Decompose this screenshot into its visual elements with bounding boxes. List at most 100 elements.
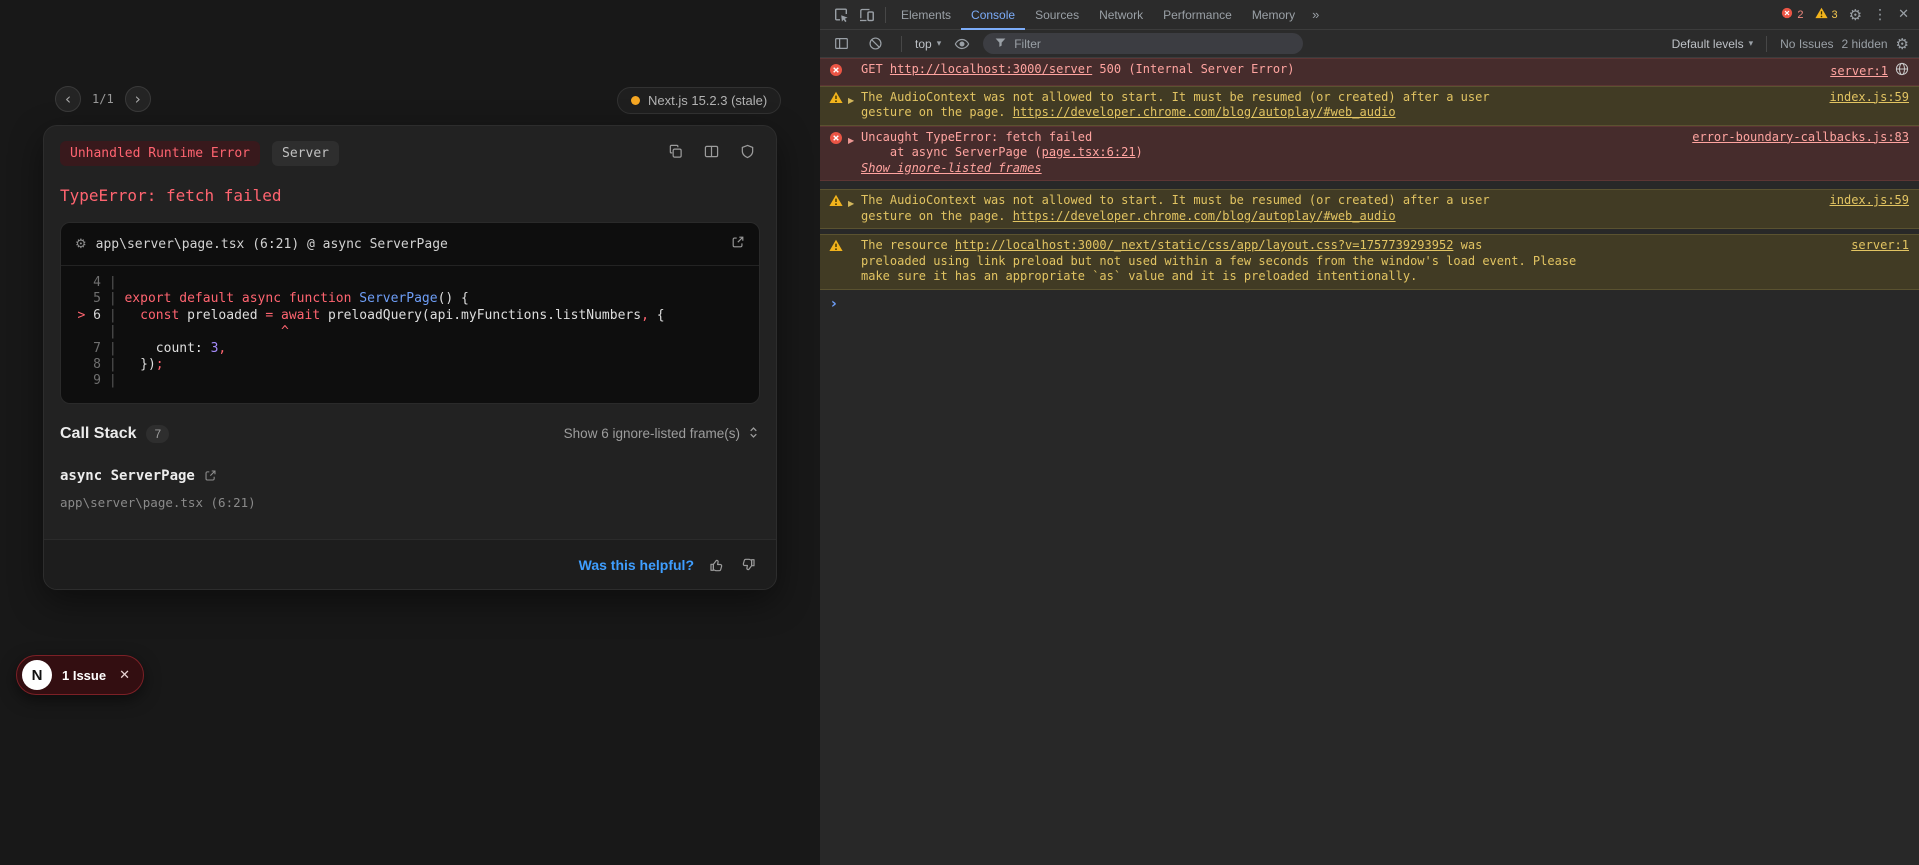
console-filter-box[interactable]	[983, 33, 1304, 54]
console-url-link[interactable]: http://localhost:3000/server	[890, 62, 1092, 76]
tab-elements[interactable]: Elements	[891, 0, 961, 30]
warning-count-badge[interactable]: 3	[1814, 7, 1838, 22]
error-badges-row: Unhandled Runtime Error Server	[60, 140, 760, 167]
filter-funnel-icon	[994, 36, 1007, 52]
warning-icon	[829, 91, 843, 104]
clear-console-icon[interactable]	[862, 32, 888, 56]
nextjs-error-overlay: ‹ 1/1 › Next.js 15.2.3 (stale) Unhandled…	[0, 0, 820, 865]
open-frame-source-button[interactable]	[204, 469, 217, 482]
gear-icon: ⚙	[75, 236, 87, 252]
previous-error-button[interactable]: ‹	[55, 86, 81, 112]
divider	[1766, 35, 1768, 52]
error-message-title: TypeError: fetch failed	[60, 186, 282, 205]
divider	[885, 6, 886, 23]
filter-input[interactable]	[1014, 36, 1265, 51]
nextjs-version-badge[interactable]: Next.js 15.2.3 (stale)	[617, 87, 782, 114]
code-frame-header[interactable]: ⚙ app\server\page.tsx (6:21) @ async Ser…	[61, 223, 759, 265]
console-error-message: GET http://localhost:3000/server 500 (In…	[820, 58, 1919, 86]
close-devtools-icon[interactable]: ✕	[1898, 7, 1909, 22]
console-prompt[interactable]: ›	[820, 290, 1919, 312]
more-tabs-button[interactable]: »	[1305, 7, 1326, 22]
code-line: | ^	[61, 324, 759, 340]
log-levels-dropdown[interactable]: Default levels ▾	[1672, 37, 1754, 51]
warning-icon	[1814, 7, 1828, 22]
devtools-tab-bar-right: 2 3 ⚙ ⋮ ✕	[1781, 6, 1919, 24]
docs-panel-button[interactable]	[698, 141, 724, 167]
source-location-link[interactable]: index.js:59	[1830, 90, 1909, 106]
chevron-up-down-icon	[747, 426, 760, 442]
code-text: export default async function ServerPage…	[124, 291, 469, 307]
feedback-button[interactable]	[734, 141, 760, 167]
settings-gear-icon[interactable]: ⚙	[1849, 6, 1862, 24]
error-icon	[829, 131, 843, 145]
tab-performance[interactable]: Performance	[1153, 0, 1242, 30]
tab-sources[interactable]: Sources	[1025, 0, 1089, 30]
expand-triangle-icon[interactable]: ▶	[848, 196, 861, 212]
source-location: index.js:59	[1816, 90, 1909, 106]
console-sidebar-toggle-icon[interactable]	[828, 32, 854, 56]
close-icon[interactable]: ✕	[119, 667, 130, 683]
issues-indicator-pill[interactable]: N 1 Issue ✕	[16, 655, 144, 695]
nextjs-version-label: Next.js 15.2.3 (stale)	[648, 93, 768, 108]
issues-status-label[interactable]: No Issues	[1780, 37, 1833, 51]
call-stack-header: Call Stack 7 Show 6 ignore-listed frame(…	[60, 424, 760, 443]
console-messages: GET http://localhost:3000/server 500 (In…	[820, 58, 1919, 290]
console-settings-gear-icon[interactable]: ⚙	[1896, 35, 1909, 53]
issue-count-label: 1 Issue	[62, 667, 107, 683]
divider	[901, 35, 902, 52]
console-url-link[interactable]: http://localhost:3000/_next/static/css/a…	[955, 238, 1454, 252]
source-location: server:1	[1816, 62, 1909, 81]
devtools-panel: Elements Console Sources Network Perform…	[820, 0, 1919, 865]
tab-network[interactable]: Network	[1089, 0, 1153, 30]
ignore-listed-frames-toggle[interactable]: Show 6 ignore-listed frame(s)	[564, 426, 760, 442]
console-url-link[interactable]: https://developer.chrome.com/blog/autopl…	[1013, 209, 1396, 223]
device-toolbar-button[interactable]	[854, 3, 880, 27]
code-text: });	[124, 357, 164, 373]
globe-icon[interactable]	[1895, 62, 1909, 81]
thumbs-down-button[interactable]	[740, 557, 756, 573]
code-frame: ⚙ app\server\page.tsx (6:21) @ async Ser…	[60, 222, 760, 404]
copy-icon	[668, 144, 683, 164]
thumbs-up-button[interactable]	[709, 557, 725, 573]
error-counter: 1/1	[92, 92, 114, 106]
columns-icon	[704, 144, 719, 164]
tab-console[interactable]: Console	[961, 0, 1025, 30]
call-stack-title: Call Stack	[60, 424, 137, 442]
source-location-link[interactable]: server:1	[1830, 64, 1888, 80]
console-url-link[interactable]: page.tsx:6:21	[1042, 145, 1136, 159]
javascript-context-dropdown[interactable]: top ▾	[915, 37, 941, 51]
line-number	[61, 324, 101, 340]
copy-stack-trace-button[interactable]	[662, 141, 688, 167]
stack-frame-location: app\server\page.tsx (6:21)	[60, 494, 256, 510]
expand-triangle-icon[interactable]: ▶	[848, 93, 861, 109]
open-in-editor-button[interactable]	[731, 235, 745, 253]
error-icon	[829, 63, 843, 77]
code-line: 9 |	[61, 373, 759, 389]
code-frame-file-path: app\server\page.tsx (6:21) @ async Serve…	[95, 236, 448, 252]
source-location-link[interactable]: error-boundary-callbacks.js:83	[1692, 130, 1909, 146]
live-expression-eye-icon[interactable]	[949, 32, 975, 56]
console-toolbar: top ▾ Default levels ▾ No Iss	[820, 30, 1919, 58]
hidden-messages-label[interactable]: 2 hidden	[1842, 37, 1888, 51]
console-warning-message: ▶ The AudioContext was not allowed to sta…	[820, 85, 1919, 126]
line-number: 4	[93, 275, 101, 290]
code-lines: 4 | 5 | export default async function Se…	[61, 265, 759, 403]
expand-triangle-icon[interactable]: ▶	[848, 133, 861, 149]
error-type-badge: Unhandled Runtime Error	[60, 141, 261, 166]
next-error-button[interactable]: ›	[124, 86, 151, 112]
source-location-link[interactable]: server:1	[1851, 238, 1909, 254]
tab-memory[interactable]: Memory	[1242, 0, 1305, 30]
was-this-helpful-link[interactable]: Was this helpful?	[579, 557, 694, 573]
console-url-link[interactable]: https://developer.chrome.com/blog/autopl…	[1013, 105, 1396, 119]
nextjs-logo: N	[22, 660, 52, 690]
kebab-menu-icon[interactable]: ⋮	[1873, 7, 1887, 23]
source-location-link[interactable]: index.js:59	[1830, 193, 1909, 209]
source-location: server:1	[1837, 238, 1909, 254]
code-line: 4 |	[61, 275, 759, 291]
inspect-element-button[interactable]	[828, 3, 854, 27]
show-ignore-listed-frames-link[interactable]: Show ignore-listed frames	[861, 161, 1042, 175]
error-count-badge[interactable]: 2	[1781, 7, 1804, 22]
dialog-actions	[662, 141, 760, 167]
stack-frame: async ServerPage	[60, 468, 760, 484]
line-number: 8	[93, 357, 101, 373]
